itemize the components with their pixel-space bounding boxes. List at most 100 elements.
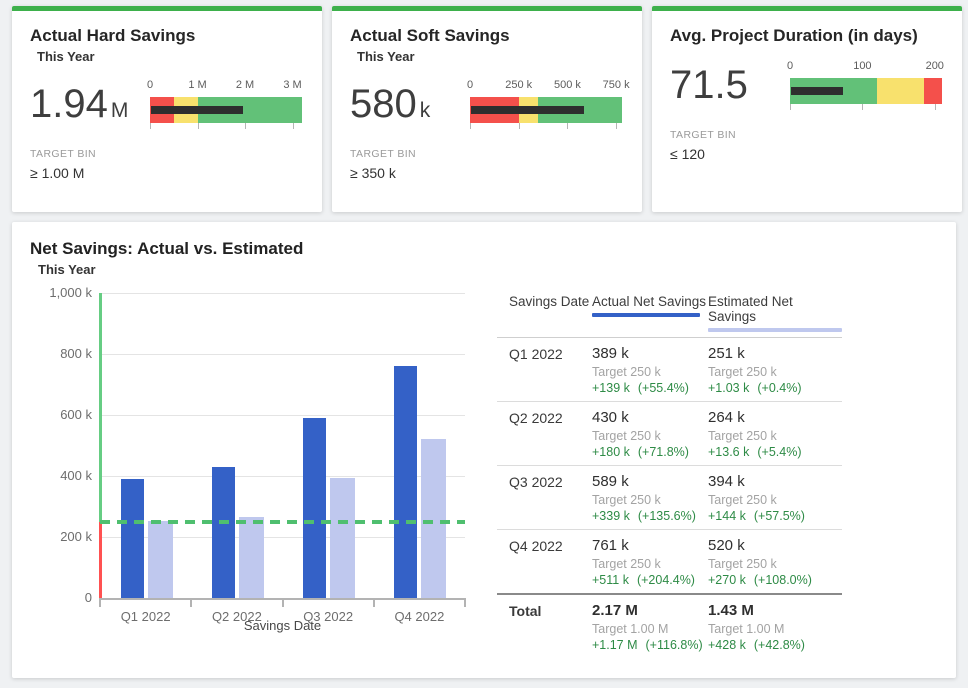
delta-percent: (+204.4%)	[637, 573, 695, 587]
kpi-value-number: 1.94	[30, 82, 108, 126]
bullet-axis-label: 250 k	[505, 79, 532, 91]
metric-value: 394 k	[708, 474, 842, 490]
card-title: Actual Soft Savings	[350, 26, 624, 46]
metric-delta: +511 k(+204.4%)	[592, 573, 708, 587]
delta-amount: +339 k	[592, 509, 630, 523]
metric-target: Target 250 k	[592, 557, 708, 571]
actual-metric-cell: 389 kTarget 250 k+139 k(+55.4%)	[592, 346, 708, 395]
metric-target: Target 250 k	[708, 493, 842, 507]
metric-delta: +428 k(+42.8%)	[708, 638, 842, 652]
bar-estimated-q2-2022[interactable]	[239, 517, 264, 598]
target-bin-label: TARGET BIN	[30, 148, 304, 160]
metric-value: 389 k	[592, 346, 708, 362]
bullet-bar	[150, 97, 302, 123]
bullet-axis-tick	[470, 123, 471, 129]
kpi-card-project-duration: Avg. Project Duration (in days) 71.5 010…	[652, 6, 962, 212]
bar-estimated-q1-2022[interactable]	[148, 521, 173, 598]
metric-value: 761 k	[592, 538, 708, 554]
bullet-chart: 0250 k500 k750 k	[470, 79, 622, 131]
column-header-label: Estimated Net Savings	[708, 294, 842, 324]
metric-delta: +1.17 M(+116.8%)	[592, 638, 708, 652]
y-axis-label: 0	[20, 590, 92, 605]
metric-target: Target 1.00 M	[592, 622, 708, 636]
bar-estimated-q3-2022[interactable]	[330, 478, 355, 598]
bullet-axis-label: 200	[926, 60, 944, 72]
y-axis-above-target	[99, 293, 102, 522]
y-axis-label: 400 k	[20, 468, 92, 483]
metric-delta: +139 k(+55.4%)	[592, 381, 708, 395]
x-axis-tick	[99, 598, 101, 607]
actual-series-swatch	[592, 313, 700, 317]
bullet-axis-label: 0	[787, 60, 793, 72]
estimated-metric-cell: 1.43 MTarget 1.00 M+428 k(+42.8%)	[708, 603, 842, 652]
table-total-row: Total2.17 MTarget 1.00 M+1.17 M(+116.8%)…	[497, 593, 842, 658]
metric-value: 1.43 M	[708, 603, 842, 619]
bullet-axis-label: 2 M	[236, 79, 254, 91]
card-title: Avg. Project Duration (in days)	[670, 26, 944, 46]
bullet-axis-label: 1 M	[188, 79, 206, 91]
panel-subtitle: This Year	[38, 262, 956, 277]
bar-estimated-q4-2022[interactable]	[421, 439, 446, 598]
row-label: Q2 2022	[497, 410, 592, 459]
bar-actual-q3-2022[interactable]	[303, 418, 326, 598]
y-axis-label: 200 k	[20, 529, 92, 544]
target-bin-label: TARGET BIN	[350, 148, 624, 160]
bullet-axis-label: 500 k	[554, 79, 581, 91]
bullet-axis-label: 100	[853, 60, 871, 72]
bullet-axis-tick	[862, 104, 863, 110]
plot-area: 0200 k400 k600 k800 k1,000 kQ1 2022Q2 20…	[100, 293, 465, 600]
kpi-value-suffix: M	[111, 99, 129, 122]
estimated-metric-cell: 251 kTarget 250 k+1.03 k(+0.4%)	[708, 346, 842, 395]
metric-value: 251 k	[708, 346, 842, 362]
bullet-tick-row	[470, 123, 622, 131]
y-axis-label: 800 k	[20, 346, 92, 361]
metric-delta: +180 k(+71.8%)	[592, 445, 708, 459]
bullet-bar	[790, 78, 942, 104]
metric-target: Target 250 k	[708, 557, 842, 571]
bullet-axis-label: 750 k	[603, 79, 630, 91]
bar-actual-q2-2022[interactable]	[212, 467, 235, 598]
bar-actual-q1-2022[interactable]	[121, 479, 144, 598]
row-label: Q1 2022	[497, 346, 592, 395]
x-axis-tick	[282, 598, 284, 607]
metric-target: Target 250 k	[708, 429, 842, 443]
x-axis-tick	[464, 598, 466, 607]
y-axis-below-target	[99, 522, 102, 598]
bullet-axis-tick	[790, 104, 791, 110]
delta-percent: (+135.6%)	[638, 509, 696, 523]
delta-amount: +144 k	[708, 509, 746, 523]
target-bin-value: ≥ 1.00 M	[30, 165, 304, 181]
metric-value: 520 k	[708, 538, 842, 554]
bar-actual-q4-2022[interactable]	[394, 366, 417, 598]
column-header-label: Actual Net Savings	[592, 294, 708, 309]
y-axis-label: 1,000 k	[20, 285, 92, 300]
gridline	[102, 354, 465, 355]
bullet-axis: 0250 k500 k750 k	[470, 79, 622, 95]
panel-title: Net Savings: Actual vs. Estimated	[30, 239, 956, 259]
bullet-measure-bar	[791, 87, 843, 95]
estimated-series-swatch	[708, 328, 842, 332]
bullet-axis-tick	[616, 123, 617, 129]
row-label: Q3 2022	[497, 474, 592, 523]
bullet-axis: 0 100 200	[790, 60, 942, 76]
table-header: Savings Date Actual Net Savings Estimate…	[497, 294, 842, 338]
delta-amount: +180 k	[592, 445, 630, 459]
column-header-savings-date: Savings Date	[497, 294, 592, 332]
bullet-chart: 0 100 200	[790, 60, 942, 112]
metric-delta: +144 k(+57.5%)	[708, 509, 842, 523]
delta-amount: +428 k	[708, 638, 746, 652]
target-bin-value: ≤ 120	[670, 146, 944, 162]
card-subtitle: This Year	[37, 49, 304, 65]
x-axis-tick	[190, 598, 192, 607]
x-axis-title: Savings Date	[100, 618, 465, 633]
column-header-estimated-net-savings[interactable]: Estimated Net Savings	[708, 294, 842, 332]
row-label: Q4 2022	[497, 538, 592, 587]
table-body: Q1 2022389 kTarget 250 k+139 k(+55.4%)25…	[497, 338, 842, 658]
row-label: Total	[497, 603, 592, 652]
x-axis-tick	[373, 598, 375, 607]
column-header-actual-net-savings[interactable]: Actual Net Savings	[592, 294, 708, 332]
target-bin-value: ≥ 350 k	[350, 165, 624, 181]
metric-value: 430 k	[592, 410, 708, 426]
kpi-value-number: 580	[350, 82, 417, 126]
savings-table: Savings Date Actual Net Savings Estimate…	[497, 294, 842, 658]
